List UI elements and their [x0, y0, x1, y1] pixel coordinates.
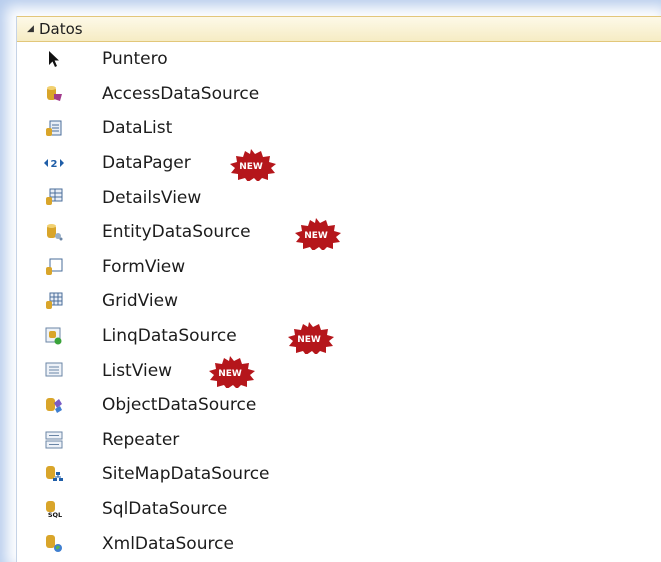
toolbox-item-gridview[interactable]: GridView [17, 284, 661, 319]
new-badge-text: NEW [297, 335, 321, 345]
new-badge-icon: NEW [209, 356, 255, 389]
group-title: Datos [39, 20, 83, 38]
toolbox-item-sitemapdatasource[interactable]: SiteMapDataSource [17, 457, 661, 492]
toolbox-item-entitydatasource[interactable]: EntityDataSource NEW [17, 215, 661, 250]
toolbox-item-label: Repeater [102, 429, 180, 450]
entity-datasource-icon [47, 223, 63, 241]
detailsview-icon [46, 188, 63, 206]
sitemap-datasource-icon [46, 466, 63, 482]
toolbox-item-formview[interactable]: FormView [17, 250, 661, 285]
toolbox-item-label: DataPager [102, 153, 191, 174]
toolbox-item-label: XmlDataSource [102, 533, 234, 554]
linq-datasource-icon [45, 327, 62, 345]
toolbox-item-label: DataList [102, 118, 173, 139]
toolbox-item-label: ObjectDataSource [102, 395, 257, 416]
toolbox-panel: ◢ Datos Puntero AccessDataSource DataLis… [16, 16, 661, 562]
new-badge-icon: NEW [230, 148, 276, 181]
toolbox-item-label: FormView [102, 256, 186, 277]
toolbox-item-label: EntityDataSource [102, 222, 251, 243]
toolbox-item-label: ListView [102, 360, 173, 381]
toolbox-item-label: LinqDataSource [102, 326, 237, 347]
datapager-icon: 2 [44, 158, 64, 170]
toolbox-item-xmldatasource[interactable]: XmlDataSource [17, 526, 661, 561]
new-badge-text: NEW [239, 162, 263, 172]
xml-datasource-icon [46, 535, 62, 553]
new-badge-icon: NEW [295, 217, 341, 250]
toolbox-item-label: GridView [102, 291, 179, 312]
access-datasource-icon [47, 85, 62, 101]
toolbox-item-linqdatasource[interactable]: LinqDataSource NEW [17, 319, 661, 354]
toolbox-item-objectdatasource[interactable]: ObjectDataSource [17, 388, 661, 423]
toolbox-item-puntero[interactable]: Puntero [17, 42, 661, 77]
datos-group-header[interactable]: ◢ Datos [17, 16, 661, 42]
toolbox-item-label: SiteMapDataSource [102, 464, 270, 485]
new-badge-text: NEW [304, 231, 328, 241]
svg-text:SQL: SQL [48, 511, 62, 518]
new-badge-text: NEW [218, 369, 242, 379]
toolbox-item-label: DetailsView [102, 187, 202, 208]
object-datasource-icon [46, 397, 62, 413]
toolbox-item-sqldatasource[interactable]: SQL SqlDataSource [17, 492, 661, 527]
new-badge-icon: NEW [288, 321, 334, 354]
formview-icon [46, 258, 63, 275]
toolbox-item-repeater[interactable]: Repeater [17, 423, 661, 458]
toolbox-item-label: AccessDataSource [102, 83, 260, 104]
sql-datasource-icon: SQL [46, 500, 62, 518]
gridview-icon [46, 292, 63, 310]
toolbox-item-datapager[interactable]: 2 DataPager NEW [17, 146, 661, 181]
datalist-icon [46, 120, 62, 137]
toolbox-item-listview[interactable]: ListView NEW [17, 353, 661, 389]
toolbox-item-label: Puntero [102, 49, 168, 70]
toolbox-item-detailsview[interactable]: DetailsView [17, 180, 661, 215]
repeater-icon [45, 431, 63, 449]
toolbox-item-datalist[interactable]: DataList [17, 111, 661, 146]
toolbox-item-accessdatasource[interactable]: AccessDataSource [17, 77, 661, 112]
toolbox-item-list: Puntero AccessDataSource DataList 2 Data… [17, 42, 661, 561]
svg-text:2: 2 [51, 159, 58, 170]
listview-icon [45, 362, 63, 377]
collapse-arrow-icon[interactable]: ◢ [27, 24, 35, 34]
toolbox-item-label: SqlDataSource [102, 499, 228, 520]
pointer-icon [49, 51, 59, 67]
